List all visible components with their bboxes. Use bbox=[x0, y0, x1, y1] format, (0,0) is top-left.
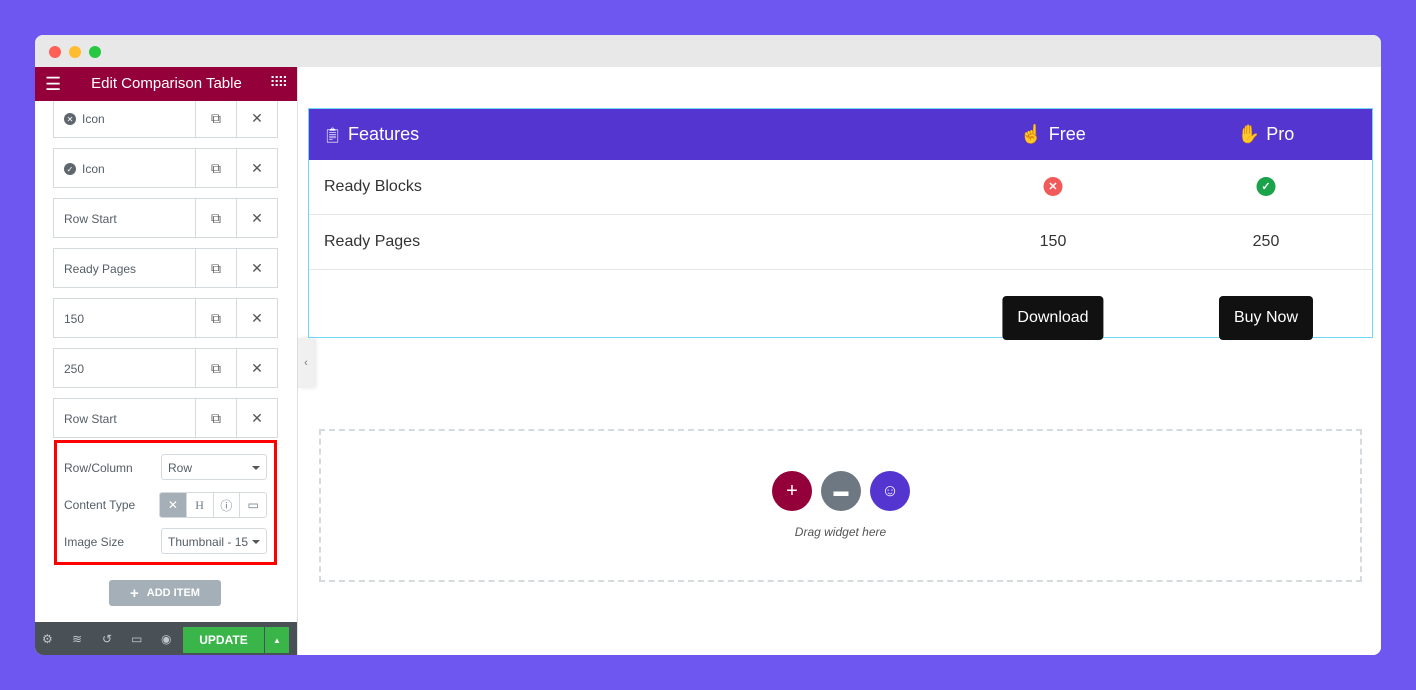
collapse-sidebar-chevron-icon[interactable]: ‹ bbox=[298, 338, 314, 388]
header-features: 📋︎ Features bbox=[323, 124, 419, 145]
buy-now-button[interactable]: Buy Now bbox=[1218, 296, 1314, 340]
row-column-label: Row/Column bbox=[64, 461, 133, 475]
preview-eye-icon[interactable]: ◉ bbox=[161, 632, 171, 646]
repeater-item[interactable]: Row Start ⧉ ✕ bbox=[53, 198, 278, 238]
table-row: Ready Pages 150 250 bbox=[309, 215, 1372, 270]
editor-sidebar: ☰ Edit Comparison Table ⠿⠿ ✕ Icon ⧉ ✕ ✓ Icon… bbox=[35, 67, 298, 655]
header-label: Features bbox=[348, 124, 420, 144]
check-circle-icon: ✓ bbox=[64, 163, 76, 175]
history-icon[interactable]: ↺ bbox=[102, 632, 112, 646]
image-size-select[interactable]: Thumbnail - 15 bbox=[161, 528, 267, 554]
duplicate-button[interactable]: ⧉ bbox=[195, 99, 236, 137]
repeater-item[interactable]: Ready Pages ⧉ ✕ bbox=[53, 248, 278, 288]
navigator-layers-icon[interactable]: ≋ bbox=[72, 632, 82, 646]
title-bar bbox=[35, 35, 1381, 67]
clipboard-list-icon: 📋︎ bbox=[323, 126, 343, 144]
header-pro: ✋ Pro bbox=[1238, 124, 1294, 145]
pro-cell: 250 bbox=[1252, 233, 1280, 250]
remove-button[interactable]: ✕ bbox=[236, 149, 277, 187]
repeater-item[interactable]: 250 ⧉ ✕ bbox=[53, 348, 278, 388]
info-icon-option[interactable]: ⓘ bbox=[212, 493, 240, 517]
times-circle-icon: ✕ bbox=[1043, 177, 1063, 196]
repeater-item[interactable]: ✕ Icon ⧉ ✕ bbox=[53, 98, 278, 138]
browser-window: ☰ Edit Comparison Table ⠿⠿ ✕ Icon ⧉ ✕ ✓ Icon… bbox=[35, 35, 1381, 655]
remove-button[interactable]: ✕ bbox=[236, 349, 277, 387]
update-options-caret-icon[interactable]: ▲ bbox=[265, 627, 289, 653]
none-option-icon[interactable]: ✕ bbox=[160, 493, 186, 517]
sidebar-title: Edit Comparison Table bbox=[91, 75, 242, 92]
close-window-button[interactable] bbox=[49, 46, 61, 58]
table-row: Ready Blocks ✕ ✓ bbox=[309, 160, 1372, 215]
item-label: Icon bbox=[82, 112, 105, 126]
drag-widget-hint: Drag widget here bbox=[794, 525, 887, 539]
duplicate-button[interactable]: ⧉ bbox=[195, 149, 236, 187]
item-label: 150 bbox=[64, 312, 85, 326]
plus-icon: + bbox=[130, 584, 139, 602]
add-section-plus-icon[interactable]: + bbox=[772, 471, 812, 511]
header-label: Free bbox=[1048, 124, 1086, 144]
item-settings-panel: Row/Column Row Content Type ✕ H ⓘ ▭ Imag… bbox=[54, 440, 277, 565]
header-label: Pro bbox=[1266, 124, 1295, 144]
page-canvas: ‹ 📋︎ Features ☝ Free ✋ Pro Ready Blocks ✕ ✓… bbox=[298, 67, 1381, 655]
feature-cell: Ready Blocks bbox=[324, 178, 422, 195]
content-type-label: Content Type bbox=[64, 498, 136, 512]
free-cell: 150 bbox=[1039, 233, 1067, 250]
maximize-window-button[interactable] bbox=[89, 46, 101, 58]
minimize-window-button[interactable] bbox=[69, 46, 81, 58]
hand-paper-icon: ✋ bbox=[1237, 124, 1261, 144]
check-circle-icon: ✓ bbox=[1256, 177, 1276, 196]
repeater-item[interactable]: ✓ Icon ⧉ ✕ bbox=[53, 148, 278, 188]
drop-zone[interactable]: + ▬ ☺ Drag widget here bbox=[319, 429, 1362, 582]
remove-button[interactable]: ✕ bbox=[236, 249, 277, 287]
item-label: Row Start bbox=[64, 412, 117, 426]
repeater-item[interactable]: 150 ⧉ ✕ bbox=[53, 298, 278, 338]
hand-pointer-icon: ☝ bbox=[1020, 124, 1043, 144]
duplicate-button[interactable]: ⧉ bbox=[195, 399, 236, 437]
download-button[interactable]: Download bbox=[1002, 296, 1104, 340]
remove-button[interactable]: ✕ bbox=[236, 299, 277, 337]
duplicate-button[interactable]: ⧉ bbox=[195, 299, 236, 337]
settings-gear-icon[interactable]: ⚙ bbox=[42, 632, 53, 646]
add-template-folder-icon[interactable]: ▬ bbox=[821, 471, 861, 511]
header-free: ☝ Free bbox=[1020, 124, 1085, 145]
content-type-choices: ✕ H ⓘ ▭ bbox=[159, 492, 267, 518]
image-option-icon[interactable]: ▭ bbox=[239, 493, 266, 517]
sidebar-header: ☰ Edit Comparison Table ⠿⠿ bbox=[35, 67, 297, 101]
duplicate-button[interactable]: ⧉ bbox=[195, 249, 236, 287]
template-library-icon[interactable]: ☺ bbox=[870, 471, 910, 511]
item-label: Row Start bbox=[64, 212, 117, 226]
item-label: Icon bbox=[82, 162, 105, 176]
row-column-select[interactable]: Row bbox=[161, 454, 267, 480]
responsive-mode-icon[interactable]: ▭ bbox=[131, 632, 142, 646]
remove-button[interactable]: ✕ bbox=[236, 99, 277, 137]
item-label: 250 bbox=[64, 362, 85, 376]
update-button[interactable]: UPDATE bbox=[183, 627, 264, 653]
remove-button[interactable]: ✕ bbox=[236, 199, 277, 237]
repeater-item[interactable]: Row Start ⧉ ✕ bbox=[53, 398, 278, 438]
image-size-label: Image Size bbox=[64, 535, 125, 549]
comparison-table: 📋︎ Features ☝ Free ✋ Pro Ready Blocks ✕ ✓ R… bbox=[308, 108, 1373, 340]
table-header: 📋︎ Features ☝ Free ✋ Pro bbox=[309, 109, 1372, 160]
add-item-label: ADD ITEM bbox=[146, 587, 200, 599]
times-circle-icon: ✕ bbox=[64, 113, 76, 125]
remove-button[interactable]: ✕ bbox=[236, 399, 277, 437]
sidebar-footer: ⚙ ≋ ↺ ▭ ◉ UPDATE ▲ bbox=[35, 622, 297, 655]
add-item-button[interactable]: + ADD ITEM bbox=[109, 580, 221, 606]
item-label: Ready Pages bbox=[64, 262, 137, 276]
heading-option-icon[interactable]: H bbox=[185, 493, 213, 517]
button-row: Download Buy Now bbox=[309, 270, 1372, 340]
duplicate-button[interactable]: ⧉ bbox=[195, 349, 236, 387]
feature-cell: Ready Pages bbox=[324, 233, 421, 250]
widgets-grid-icon[interactable]: ⠿⠿ bbox=[269, 74, 287, 91]
duplicate-button[interactable]: ⧉ bbox=[195, 199, 236, 237]
